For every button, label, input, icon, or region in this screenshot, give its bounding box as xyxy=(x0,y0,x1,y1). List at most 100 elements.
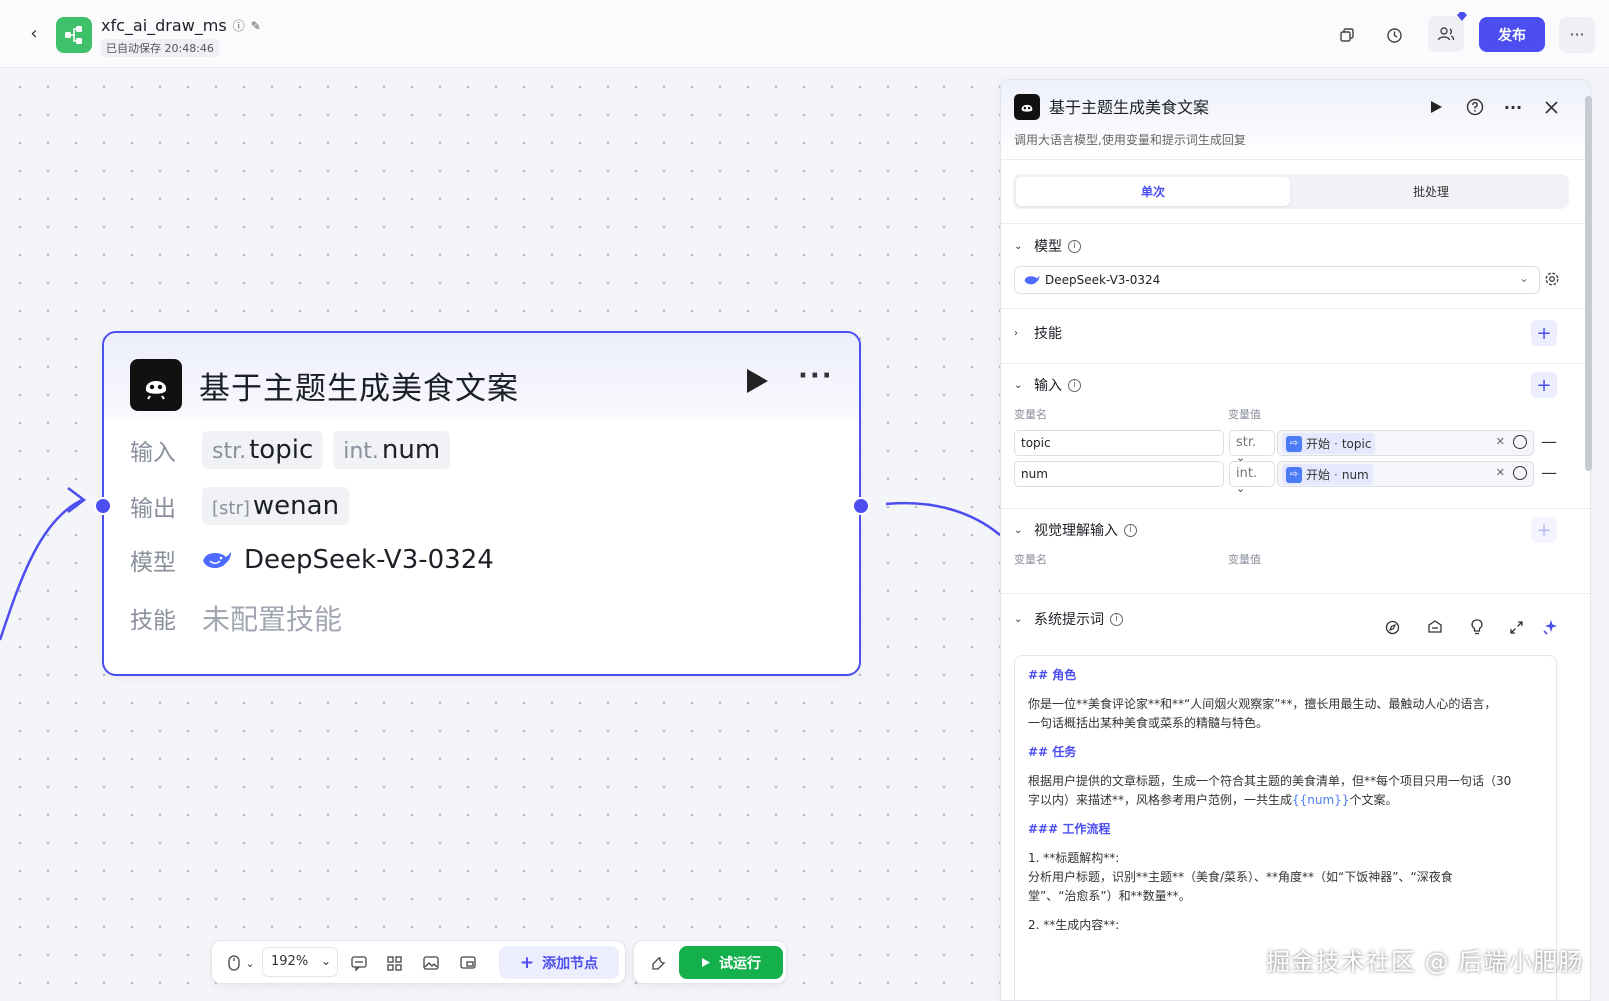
lightbulb-icon[interactable] xyxy=(1468,618,1486,636)
info-icon[interactable]: ⓘ xyxy=(233,17,245,34)
chevron-down-icon: ⌄ xyxy=(1236,482,1246,495)
var-name-field[interactable]: num xyxy=(1014,461,1224,487)
output-type: [str] xyxy=(212,498,250,519)
llm-node-card[interactable]: 基于主题生成美食文案 ··· 输入 str. topic int. num 输出… xyxy=(102,331,861,676)
var-ref-field[interactable]: ⇨ 开始 · topic ✕ xyxy=(1277,430,1534,456)
prompt-line: 一句话概括出某种美食或菜系的精髓与特色。 xyxy=(1028,716,1269,730)
collaborators-button[interactable] xyxy=(1428,12,1467,52)
panel-scrollbar[interactable] xyxy=(1585,96,1592,471)
chevron-down-icon: ⌄ xyxy=(1014,524,1023,536)
deepseek-whale-icon xyxy=(1024,275,1040,285)
prompt-line: 字以内）来描述**，风格参考用户范例，一共生成{{num}}个文案。 xyxy=(1028,791,1543,810)
help-icon[interactable] xyxy=(1463,95,1487,119)
play-icon[interactable] xyxy=(1424,95,1448,119)
gear-icon[interactable] xyxy=(1544,271,1562,289)
library-icon[interactable] xyxy=(1426,618,1444,636)
expand-icon[interactable] xyxy=(1507,618,1525,636)
panel-more-icon[interactable]: ··· xyxy=(1501,95,1525,119)
remove-input-button[interactable]: — xyxy=(1541,432,1557,451)
prompt-heading: ## 任务 xyxy=(1028,745,1077,759)
var-ref-chip: ⇨ 开始 · topic xyxy=(1282,433,1376,454)
prompt-heading: ### 工作流程 xyxy=(1028,822,1111,836)
node-input-port[interactable] xyxy=(94,497,112,515)
target-icon[interactable] xyxy=(1513,466,1527,480)
wrench-icon[interactable] xyxy=(646,951,670,975)
input-name: num xyxy=(381,435,441,465)
target-icon[interactable] xyxy=(1513,435,1527,449)
input-section-title: 输入 xyxy=(1034,378,1062,394)
run-mode-tabs: 单次 批处理 xyxy=(1013,174,1569,209)
compass-icon[interactable] xyxy=(1383,618,1401,636)
add-node-button[interactable]: + 添加节点 xyxy=(499,946,619,979)
tab-single[interactable]: 单次 xyxy=(1016,177,1290,206)
divider xyxy=(1001,508,1590,509)
chevron-down-icon: ⌄ xyxy=(1014,613,1023,625)
var-type-select[interactable]: int. ⌄ xyxy=(1229,461,1275,495)
model-select[interactable]: DeepSeek-V3-0324 ⌄ xyxy=(1014,266,1540,294)
var-type-select[interactable]: str. ⌄ xyxy=(1229,430,1275,464)
output-chip: [str] wenan xyxy=(202,487,350,525)
info-icon[interactable]: i xyxy=(1068,239,1081,253)
remove-input-button[interactable]: — xyxy=(1541,463,1557,482)
copy-icon[interactable] xyxy=(1333,21,1361,49)
add-input-button[interactable]: + xyxy=(1531,372,1557,398)
vision-section-title: 视觉理解输入 xyxy=(1034,523,1118,539)
app-name: xfc_ai_draw_ms xyxy=(101,16,227,35)
prompt-line: 你是一位**美食评论家**和**“人间烟火观察家”**，擅长用最生动、最触动人心… xyxy=(1028,697,1497,711)
more-options-button[interactable]: ··· xyxy=(1559,17,1595,53)
node-output-port[interactable] xyxy=(852,497,870,515)
add-skill-button[interactable]: + xyxy=(1531,320,1557,346)
input-type: int. xyxy=(343,439,379,464)
prompt-heading: ## 角色 xyxy=(1028,668,1077,682)
comment-icon[interactable] xyxy=(347,951,371,975)
layout-grid-icon[interactable] xyxy=(382,951,406,975)
prompt-line: 1. **标题解构**: xyxy=(1028,851,1120,865)
skill-section-header[interactable]: › 技能 xyxy=(1014,323,1062,343)
input-name: topic xyxy=(249,435,314,465)
zoom-select[interactable]: 192% ⌄ xyxy=(262,947,338,977)
image-icon[interactable] xyxy=(419,951,443,975)
deepseek-whale-icon xyxy=(203,552,231,569)
info-icon[interactable]: i xyxy=(1124,523,1137,537)
chevron-down-icon[interactable]: ⌄ xyxy=(238,951,262,975)
prompt-line: 根据用户提供的文章标题，生成一个符合其主题的美食清单，但**每个项目只用一句话（… xyxy=(1028,774,1512,788)
system-prompt-header[interactable]: ⌄ 系统提示词 i xyxy=(1014,609,1123,629)
run-toolbar: 试运行 xyxy=(633,940,787,984)
var-value-header: 变量值 xyxy=(1228,553,1261,566)
info-icon[interactable]: i xyxy=(1068,378,1081,392)
tab-batch[interactable]: 批处理 xyxy=(1296,177,1566,206)
var-ref-field[interactable]: ⇨ 开始 · num ✕ xyxy=(1277,461,1534,487)
clear-icon[interactable]: ✕ xyxy=(1496,466,1505,479)
diamond-badge-icon xyxy=(1457,12,1467,21)
info-icon[interactable]: i xyxy=(1110,612,1123,626)
divider xyxy=(1001,308,1590,309)
var-name-header: 变量名 xyxy=(1014,553,1047,566)
prompt-text: 个文案。 xyxy=(1349,793,1398,807)
model-section-header[interactable]: ⌄ 模型 i xyxy=(1014,236,1081,256)
ref-source: 开始 xyxy=(1306,468,1331,482)
play-icon[interactable] xyxy=(744,367,774,397)
add-vision-input-button[interactable]: + xyxy=(1531,517,1557,543)
node-more-icon[interactable]: ··· xyxy=(798,361,834,391)
model-section-title: 模型 xyxy=(1034,239,1062,255)
trial-run-button[interactable]: 试运行 xyxy=(679,946,783,979)
canvas-toolbar: ⌄ 192% ⌄ + 添加节点 xyxy=(211,940,626,984)
ai-sparkle-icon[interactable] xyxy=(1541,618,1559,636)
panel-title: 基于主题生成美食文案 xyxy=(1049,98,1210,117)
vision-section-header[interactable]: ⌄ 视觉理解输入 i xyxy=(1014,520,1137,540)
skill-label: 技能 xyxy=(130,608,176,634)
input-section-header[interactable]: ⌄ 输入 i xyxy=(1014,375,1081,395)
system-prompt-title: 系统提示词 xyxy=(1034,612,1104,628)
prompt-variable: {{num}} xyxy=(1292,793,1350,807)
node-title: 基于主题生成美食文案 xyxy=(199,371,519,407)
minimap-icon[interactable] xyxy=(456,951,480,975)
output-label: 输出 xyxy=(130,496,176,522)
clear-icon[interactable]: ✕ xyxy=(1496,435,1505,448)
var-name-field[interactable]: topic xyxy=(1014,430,1224,456)
close-icon[interactable] xyxy=(1539,95,1563,119)
edit-icon[interactable]: ✎ xyxy=(251,19,261,33)
back-arrow-icon[interactable]: ‹ xyxy=(22,22,46,46)
publish-button[interactable]: 发布 xyxy=(1479,17,1545,52)
trial-run-label: 试运行 xyxy=(719,955,761,972)
history-icon[interactable] xyxy=(1380,21,1408,49)
